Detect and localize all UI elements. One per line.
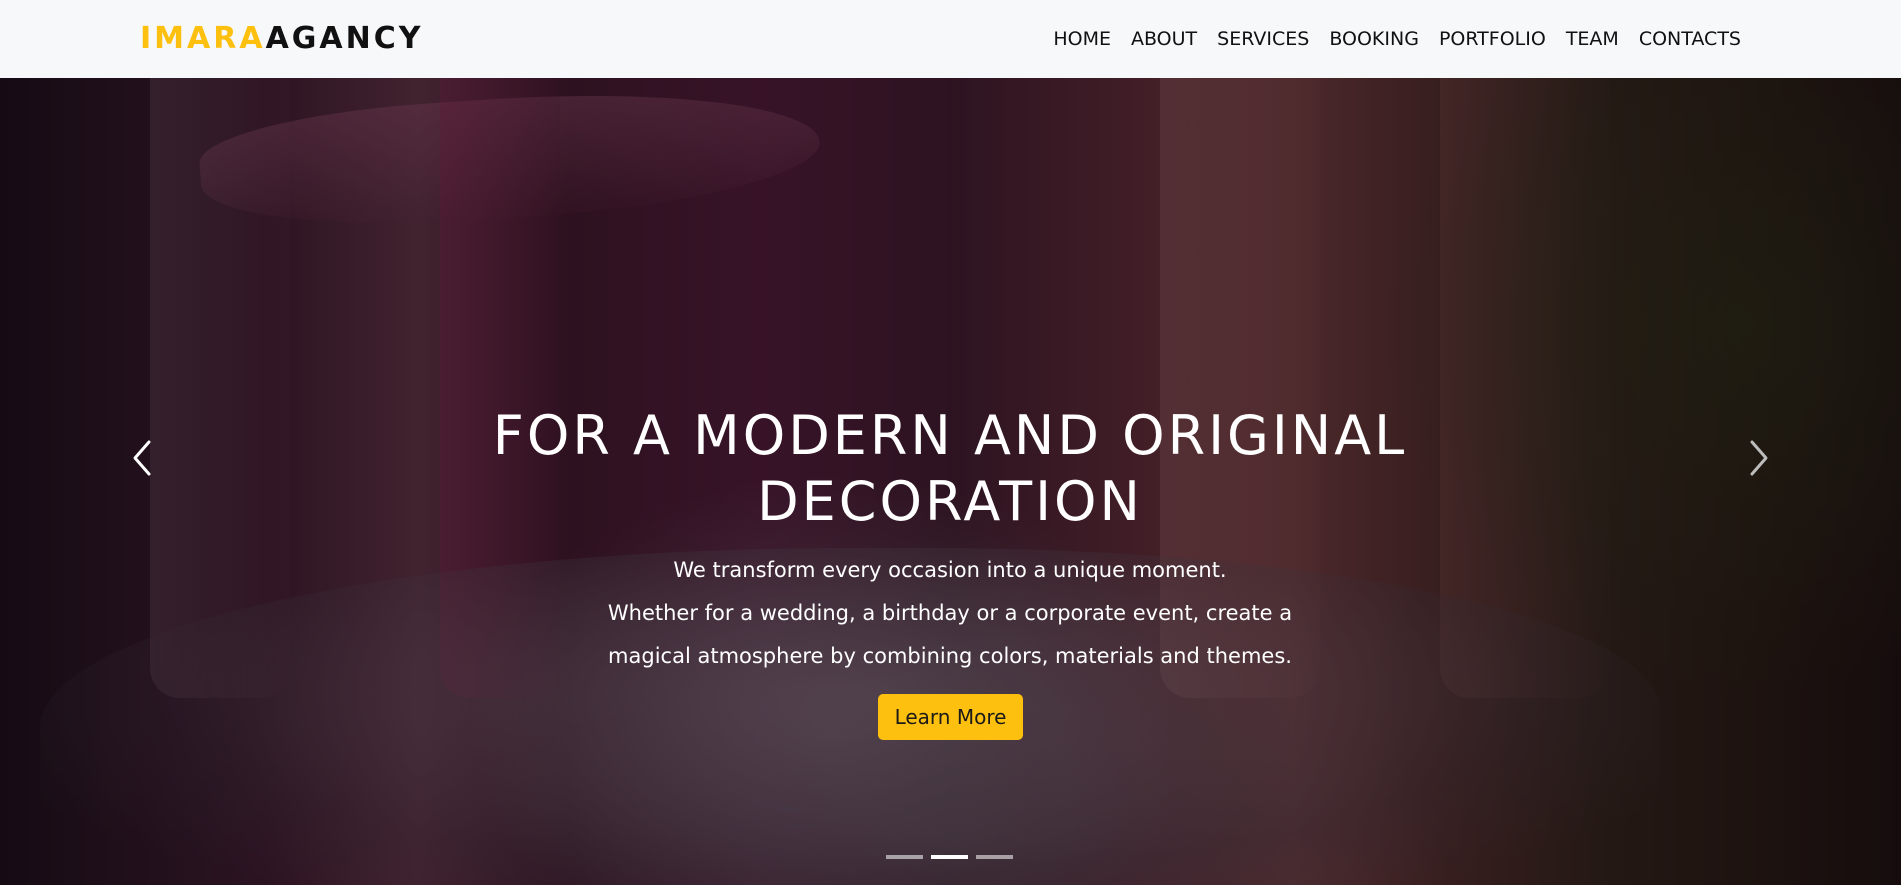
hero-description: We transform every occasion into a uniqu… <box>560 549 1340 678</box>
chevron-right-icon <box>1750 440 1768 476</box>
navbar: IMARAAGANCY HOME ABOUT SERVICES BOOKING … <box>0 0 1901 78</box>
nav-link-team[interactable]: TEAM <box>1556 27 1629 51</box>
nav-menu: HOME ABOUT SERVICES BOOKING PORTFOLIO TE… <box>1043 27 1751 51</box>
hero-description-line: magical atmosphere by combining colors, … <box>608 644 1292 668</box>
carousel-indicator[interactable] <box>886 855 923 859</box>
brand-name-first: IMARA <box>140 21 266 56</box>
hero-title: FOR A MODERN AND ORIGINAL DECORATION <box>492 404 1408 533</box>
carousel-indicators <box>886 855 1013 859</box>
nav-link-portfolio[interactable]: PORTFOLIO <box>1429 27 1556 51</box>
hero-description-line: We transform every occasion into a uniqu… <box>673 558 1227 582</box>
learn-more-button[interactable]: Learn More <box>878 694 1023 740</box>
nav-link-about[interactable]: ABOUT <box>1121 27 1207 51</box>
hero-description-line: Whether for a wedding, a birthday or a c… <box>607 601 1293 625</box>
carousel-prev-button[interactable] <box>123 428 163 488</box>
carousel-next-button[interactable] <box>1738 428 1778 488</box>
chevron-left-icon <box>133 440 151 476</box>
brand-name-second: AGANCY <box>265 21 424 56</box>
carousel-indicator[interactable] <box>976 855 1013 859</box>
nav-link-home[interactable]: HOME <box>1043 27 1121 51</box>
nav-link-booking[interactable]: BOOKING <box>1319 27 1429 51</box>
hero-carousel: FOR A MODERN AND ORIGINAL DECORATION We … <box>0 78 1901 885</box>
carousel-indicator[interactable] <box>931 855 968 859</box>
nav-link-contacts[interactable]: CONTACTS <box>1629 27 1751 51</box>
brand-logo[interactable]: IMARAAGANCY <box>140 20 423 58</box>
nav-link-services[interactable]: SERVICES <box>1207 27 1319 51</box>
